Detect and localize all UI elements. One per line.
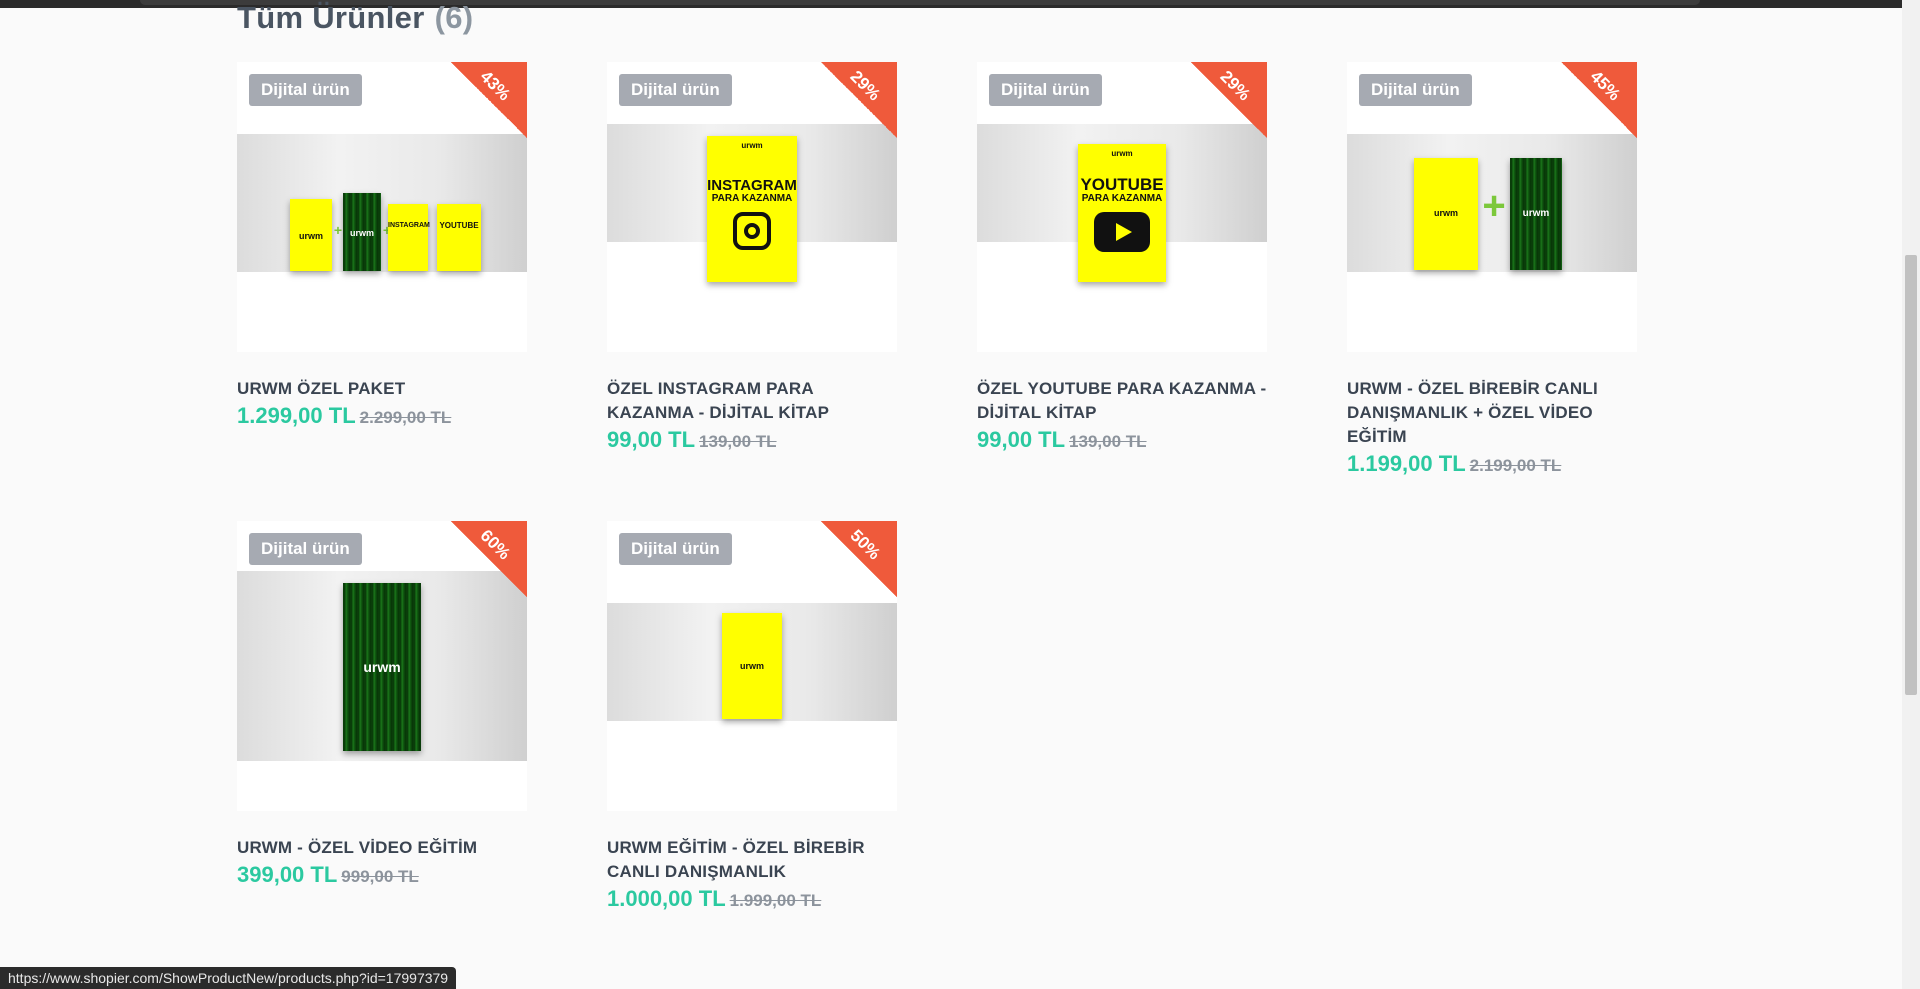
product-title[interactable]: URWM - ÖZEL BİREBİR CANLI DANIŞMANLIK + … (1347, 377, 1637, 449)
poster-logo: urwm (1111, 149, 1133, 158)
product-price: 1.299,00 TL (237, 403, 356, 428)
price-row: 399,00 TL 999,00 TL (237, 862, 527, 888)
product-image[interactable]: Dijital ürün 43% urwm + urwm + INSTAGRAM… (237, 62, 527, 352)
old-price: 139,00 TL (1069, 432, 1147, 451)
digital-product-badge: Dijital ürün (989, 74, 1102, 106)
poster-logo: urwm (1522, 208, 1550, 220)
digital-product-badge: Dijital ürün (249, 533, 362, 565)
discount-ribbon: 43% (451, 62, 527, 138)
old-price: 139,00 TL (699, 432, 777, 451)
poster-title: YOUTUBE (1080, 175, 1164, 194)
product-title[interactable]: ÖZEL YOUTUBE PARA KAZANMA - DİJİTAL KİTA… (977, 377, 1267, 425)
section-title: Tüm Ürünler (6) (237, 0, 473, 36)
poster-matrix: urwm (1510, 158, 1562, 270)
poster-instagram: urwm INSTAGRAM PARA KAZANMA (707, 136, 797, 282)
poster-logo: urwm (1433, 208, 1458, 219)
digital-product-badge: Dijital ürün (1359, 74, 1472, 106)
product-image[interactable]: Dijital ürün 45% urwm + urwm (1347, 62, 1637, 352)
product-price: 99,00 TL (977, 427, 1066, 452)
scrollbar-thumb[interactable] (1905, 255, 1917, 695)
poster-yellow: urwm (290, 199, 332, 271)
vertical-scrollbar[interactable] (1902, 0, 1920, 989)
poster-logo: urwm (739, 660, 764, 671)
status-bar-url: https://www.shopier.com/ShowProductNew/p… (0, 967, 457, 989)
poster-logo: urwm (349, 228, 374, 239)
product-title[interactable]: URWM - ÖZEL VİDEO EĞİTİM (237, 836, 527, 860)
product-image[interactable]: Dijital ürün 60% urwm (237, 521, 527, 811)
youtube-play-icon (1094, 212, 1150, 252)
price-row: 1.199,00 TL 2.199,00 TL (1347, 451, 1637, 477)
discount-label: 60% (476, 525, 515, 564)
product-price: 399,00 TL (237, 862, 338, 887)
discount-label: 43% (476, 66, 515, 105)
product-image[interactable]: Dijital ürün 50% urwm (607, 521, 897, 811)
poster-youtube: urwm YOUTUBE PARA KAZANMA (1078, 144, 1166, 282)
poster-title: INSTAGRAM (388, 222, 430, 229)
old-price: 999,00 TL (341, 867, 419, 886)
product-card[interactable]: Dijital ürün 45% urwm + urwm URWM - ÖZEL… (1347, 62, 1637, 477)
product-title[interactable]: ÖZEL INSTAGRAM PARA KAZANMA - DİJİTAL Kİ… (607, 377, 897, 425)
product-price: 99,00 TL (607, 427, 696, 452)
product-price: 1.000,00 TL (607, 886, 726, 911)
price-row: 99,00 TL 139,00 TL (607, 427, 897, 453)
poster-logo: urwm (363, 658, 401, 675)
poster-youtube: YOUTUBE (437, 204, 481, 271)
discount-ribbon: 60% (451, 521, 527, 597)
digital-product-badge: Dijital ürün (249, 74, 362, 106)
plus-sign: + (333, 222, 343, 238)
price-row: 1.299,00 TL 2.299,00 TL (237, 403, 527, 429)
product-image[interactable]: Dijital ürün 29% urwm INSTAGRAM PARA KAZ… (607, 62, 897, 352)
discount-label: 29% (846, 66, 885, 105)
product-count: (6) (434, 0, 474, 35)
section-title-text: Tüm Ürünler (237, 0, 425, 35)
price-row: 1.000,00 TL 1.999,00 TL (607, 886, 897, 912)
poster-instagram: INSTAGRAM (388, 204, 430, 271)
product-price: 1.199,00 TL (1347, 451, 1466, 476)
discount-ribbon: 50% (821, 521, 897, 597)
product-image[interactable]: Dijital ürün 29% urwm YOUTUBE PARA KAZAN… (977, 62, 1267, 352)
plus-sign: + (1482, 184, 1506, 228)
product-card[interactable]: Dijital ürün 60% urwm URWM - ÖZEL VİDEO … (237, 521, 527, 888)
old-price: 2.199,00 TL (1469, 456, 1562, 475)
product-title[interactable]: URWM ÖZEL PAKET (237, 377, 527, 401)
discount-label: 50% (846, 525, 885, 564)
poster-subtitle: PARA KAZANMA (711, 193, 793, 204)
poster-logo: urwm (741, 141, 763, 150)
old-price: 2.299,00 TL (359, 408, 452, 427)
digital-product-badge: Dijital ürün (619, 533, 732, 565)
product-card[interactable]: Dijital ürün 43% urwm + urwm + INSTAGRAM… (237, 62, 527, 429)
discount-label: 45% (1586, 66, 1625, 105)
discount-ribbon: 29% (1191, 62, 1267, 138)
poster-title: INSTAGRAM (707, 177, 797, 194)
product-title[interactable]: URWM EĞİTİM - ÖZEL BİREBİR CANLI DANIŞMA… (607, 836, 897, 884)
poster-yellow: urwm (1414, 158, 1478, 270)
product-card[interactable]: Dijital ürün 50% urwm URWM EĞİTİM - ÖZEL… (607, 521, 897, 912)
instagram-icon (733, 212, 771, 250)
poster-subtitle: PARA KAZANMA (1081, 193, 1163, 204)
discount-ribbon: 45% (1561, 62, 1637, 138)
poster-logo: urwm (298, 231, 323, 242)
digital-product-badge: Dijital ürün (619, 74, 732, 106)
image-backdrop (237, 134, 527, 272)
poster-matrix: urwm (343, 193, 381, 271)
poster-title: YOUTUBE (439, 221, 479, 230)
discount-label: 29% (1216, 66, 1255, 105)
product-card[interactable]: Dijital ürün 29% urwm INSTAGRAM PARA KAZ… (607, 62, 897, 453)
poster-matrix: urwm (343, 583, 421, 751)
product-card[interactable]: Dijital ürün 29% urwm YOUTUBE PARA KAZAN… (977, 62, 1267, 453)
old-price: 1.999,00 TL (729, 891, 822, 910)
discount-ribbon: 29% (821, 62, 897, 138)
poster-yellow: urwm (722, 613, 782, 719)
price-row: 99,00 TL 139,00 TL (977, 427, 1267, 453)
